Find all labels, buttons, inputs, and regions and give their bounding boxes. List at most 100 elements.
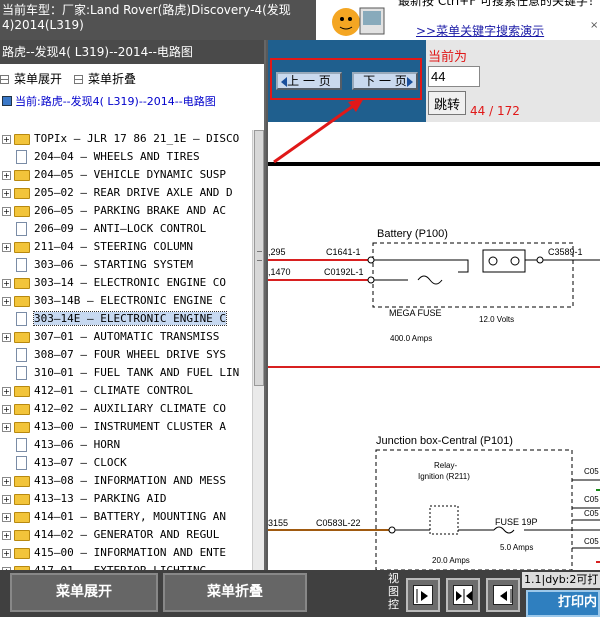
- tree-item[interactable]: +414—01 — BATTERY, MOUNTING AN: [0, 508, 252, 526]
- status-text: 1.1|dyb:2可打: [522, 572, 600, 588]
- tree-item[interactable]: +307—01 — AUTOMATIC TRANSMISS: [0, 328, 252, 346]
- svg-text:C0583L-22: C0583L-22: [316, 518, 361, 528]
- arrows-inward-icon: [456, 589, 472, 603]
- expand-all-link[interactable]: 菜单展开: [0, 70, 62, 87]
- junction-title: Junction box-Central (P101): [376, 435, 513, 447]
- tree-title: 路虎--发现4( L319)--2014--电路图: [0, 40, 264, 64]
- battery-title: Battery (P100): [377, 228, 448, 240]
- svg-text:400.0 Amps: 400.0 Amps: [390, 334, 432, 343]
- tree-list: + TOPIx — JLR 17 86 21_1E — DISCO 204—04 —…: [0, 130, 252, 570]
- tree-root[interactable]: 当前:路虎--发现4( L319)--2014--电路图: [0, 92, 264, 112]
- document-icon: [16, 456, 27, 470]
- expand-toggle-icon[interactable]: +: [2, 549, 11, 558]
- tree-item[interactable]: +303—14 — ELECTRONIC ENGINE CO: [0, 274, 252, 292]
- tree-item-label: 414—01 — BATTERY, MOUNTING AN: [34, 510, 227, 523]
- expand-toggle-icon[interactable]: +: [2, 513, 11, 522]
- tree-item[interactable]: +206—05 — PARKING BRAKE AND AC: [0, 202, 252, 220]
- document-icon: [16, 438, 27, 452]
- tree-item-label: 413—00 — INSTRUMENT CLUSTER A: [34, 420, 227, 433]
- expand-toggle-icon[interactable]: +: [2, 171, 11, 180]
- svg-text:12.0 Volts: 12.0 Volts: [479, 315, 514, 324]
- tree-item[interactable]: +413—13 — PARKING AID: [0, 490, 252, 508]
- arrow-right-icon: [407, 77, 413, 87]
- tree-item[interactable]: + TOPIx — JLR 17 86 21_1E — DISCO: [0, 130, 252, 148]
- tree-item[interactable]: +303—14B — ELECTRONIC ENGINE C: [0, 292, 252, 310]
- tree-item[interactable]: 413—07 — CLOCK: [0, 454, 252, 472]
- expand-toggle-icon[interactable]: +: [2, 135, 11, 144]
- page-count: 44 / 172: [470, 104, 520, 118]
- tree-item-label: 307—01 — AUTOMATIC TRANSMISS: [34, 330, 220, 343]
- tree-item[interactable]: 310—01 — FUEL TANK AND FUEL LIN: [0, 364, 252, 382]
- tree-item-label: 211—04 — STEERING COLUMN: [34, 240, 193, 253]
- expand-icon: [0, 75, 9, 84]
- tree-item[interactable]: 204—04 — WHEELS AND TIRES: [0, 148, 252, 166]
- collapse-all-link[interactable]: 菜单折叠: [74, 70, 136, 87]
- tree-item[interactable]: +417—01 — EXTERIOR LIGHTING: [0, 562, 252, 570]
- tree-item[interactable]: 303—06 — STARTING SYSTEM: [0, 256, 252, 274]
- arrow-left-icon: [500, 589, 512, 603]
- expand-toggle-icon[interactable]: +: [2, 423, 11, 432]
- tree-item[interactable]: +414—02 — GENERATOR AND REGUL: [0, 526, 252, 544]
- expand-toggle-icon[interactable]: +: [2, 387, 11, 396]
- tree-item-label: 303—14 — ELECTRONIC ENGINE CO: [34, 276, 227, 289]
- top-header: 当前车型：厂家:Land Rover(路虎)Discovery-4(发现4)20…: [0, 0, 600, 40]
- document-icon: [16, 312, 27, 326]
- folder-icon: [14, 206, 30, 217]
- tree-scrollbar[interactable]: [252, 130, 264, 570]
- expand-toggle-icon[interactable]: +: [2, 531, 11, 540]
- tree-item[interactable]: +205—02 — REAR DRIVE AXLE AND D: [0, 184, 252, 202]
- search-hint-text: 最新按 Ctrl+F 可搜索任意的关键字！: [398, 0, 600, 8]
- bottom-expand-button[interactable]: 菜单展开: [10, 573, 158, 612]
- expand-toggle-icon[interactable]: +: [2, 405, 11, 414]
- expand-toggle-icon[interactable]: +: [2, 189, 11, 198]
- folder-icon: [14, 404, 30, 415]
- expand-toggle-icon[interactable]: +: [2, 495, 11, 504]
- expand-toggle-icon[interactable]: +: [2, 207, 11, 216]
- expand-toggle-icon[interactable]: +: [2, 297, 11, 306]
- page-number-input[interactable]: [428, 66, 480, 87]
- view-fit-both-button[interactable]: [446, 578, 480, 612]
- current-vehicle-title: 当前车型：厂家:Land Rover(路虎)Discovery-4(发现4)20…: [2, 3, 291, 32]
- print-button[interactable]: 打印内: [526, 590, 600, 617]
- search-hint-banner: 最新按 Ctrl+F 可搜索任意的关键字！ >>菜单关键字搜索演示 ×: [316, 0, 600, 40]
- expand-toggle-icon[interactable]: +: [2, 243, 11, 252]
- folder-icon: [14, 386, 30, 397]
- svg-text:,295: ,295: [268, 247, 286, 257]
- tree-item[interactable]: +413—08 — INFORMATION AND MESS: [0, 472, 252, 490]
- folder-icon: [14, 494, 30, 505]
- expand-toggle-icon[interactable]: +: [2, 477, 11, 486]
- tree-item-label: 413—08 — INFORMATION AND MESS: [34, 474, 227, 487]
- svg-text:,1470: ,1470: [268, 267, 291, 277]
- expand-toggle-icon[interactable]: +: [2, 279, 11, 288]
- tree-item[interactable]: 206—09 — ANTI—LOCK CONTROL: [0, 220, 252, 238]
- expand-toggle-icon[interactable]: +: [2, 333, 11, 342]
- folder-icon: [14, 548, 30, 559]
- tree-item-label: 204—05 — VEHICLE DYNAMIC SUSP: [34, 168, 227, 181]
- tree-item[interactable]: 413—06 — HORN: [0, 436, 252, 454]
- view-fit-left-button[interactable]: [406, 578, 440, 612]
- page-jump-box: 当前为 跳转 44 / 172: [426, 40, 600, 122]
- close-icon[interactable]: ×: [590, 20, 598, 31]
- svg-text:3155: 3155: [268, 518, 288, 528]
- svg-text:C0192L-1: C0192L-1: [324, 267, 364, 277]
- tree-item-label: 415—00 — INFORMATION AND ENTE: [34, 546, 227, 559]
- tree-item[interactable]: +415—00 — INFORMATION AND ENTE: [0, 544, 252, 562]
- tree-item[interactable]: +412—01 — CLIMATE CONTROL: [0, 382, 252, 400]
- tree-item[interactable]: 303—14E — ELECTRONIC ENGINE C: [0, 310, 252, 328]
- folder-icon: [14, 278, 30, 289]
- tree-item[interactable]: 308—07 — FOUR WHEEL DRIVE SYS: [0, 346, 252, 364]
- folder-icon: [14, 296, 30, 307]
- current-page-label: 当前为: [428, 50, 468, 65]
- jump-button[interactable]: 跳转: [428, 91, 466, 115]
- search-demo-link[interactable]: >>菜单关键字搜索演示: [416, 22, 544, 39]
- tree-item[interactable]: +413—00 — INSTRUMENT CLUSTER A: [0, 418, 252, 436]
- view-fit-right-button[interactable]: [486, 578, 520, 612]
- scrollbar-thumb[interactable]: [254, 130, 264, 386]
- bottom-collapse-button[interactable]: 菜单折叠: [163, 573, 307, 612]
- diagram-panel: 上 一 页 下 一 页 当前为 跳转 44 / 172 Battery (P10…: [268, 40, 600, 570]
- tree-item[interactable]: +211—04 — STEERING COLUMN: [0, 238, 252, 256]
- tree-item[interactable]: +204—05 — VEHICLE DYNAMIC SUSP: [0, 166, 252, 184]
- bottom-toolbar: 菜单展开 菜单折叠 视图控 1.1|dyb:2可打 打印内: [0, 570, 600, 617]
- tree-item[interactable]: +412—02 — AUXILIARY CLIMATE CO: [0, 400, 252, 418]
- annotation-arrow: [273, 98, 364, 164]
